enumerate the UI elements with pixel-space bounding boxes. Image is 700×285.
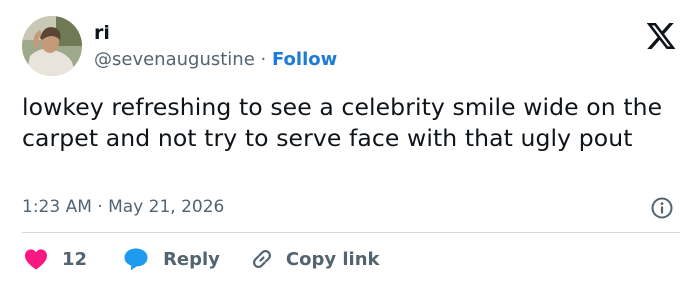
separator-dot: · xyxy=(260,49,267,70)
info-icon[interactable] xyxy=(650,196,674,220)
tweet-text: lowkey refreshing to see a celebrity smi… xyxy=(22,93,663,152)
x-logo-icon[interactable] xyxy=(645,20,677,52)
reply-label: Reply xyxy=(163,248,220,270)
tweet-timestamp[interactable]: 1:23 AM · May 21, 2026 xyxy=(22,196,224,218)
follow-button[interactable]: Follow xyxy=(272,49,337,70)
avatar[interactable] xyxy=(22,16,82,76)
copy-link-button[interactable]: Copy link xyxy=(250,247,380,271)
like-count: 12 xyxy=(62,248,88,270)
author-handle-row: @sevenaugustine · Follow xyxy=(94,49,337,71)
reply-button[interactable]: Reply xyxy=(123,247,250,271)
divider xyxy=(22,232,680,233)
copy-link-label: Copy link xyxy=(285,248,380,270)
author-handle[interactable]: @sevenaugustine xyxy=(94,49,255,70)
link-icon xyxy=(252,250,271,268)
heart-icon xyxy=(25,249,47,270)
avatar-photo xyxy=(22,16,82,76)
speech-bubble-icon xyxy=(124,248,148,270)
author-name[interactable]: ri xyxy=(94,22,110,44)
like-button[interactable]: 12 xyxy=(24,248,123,270)
action-bar: 12 Reply Copy link xyxy=(24,246,380,272)
